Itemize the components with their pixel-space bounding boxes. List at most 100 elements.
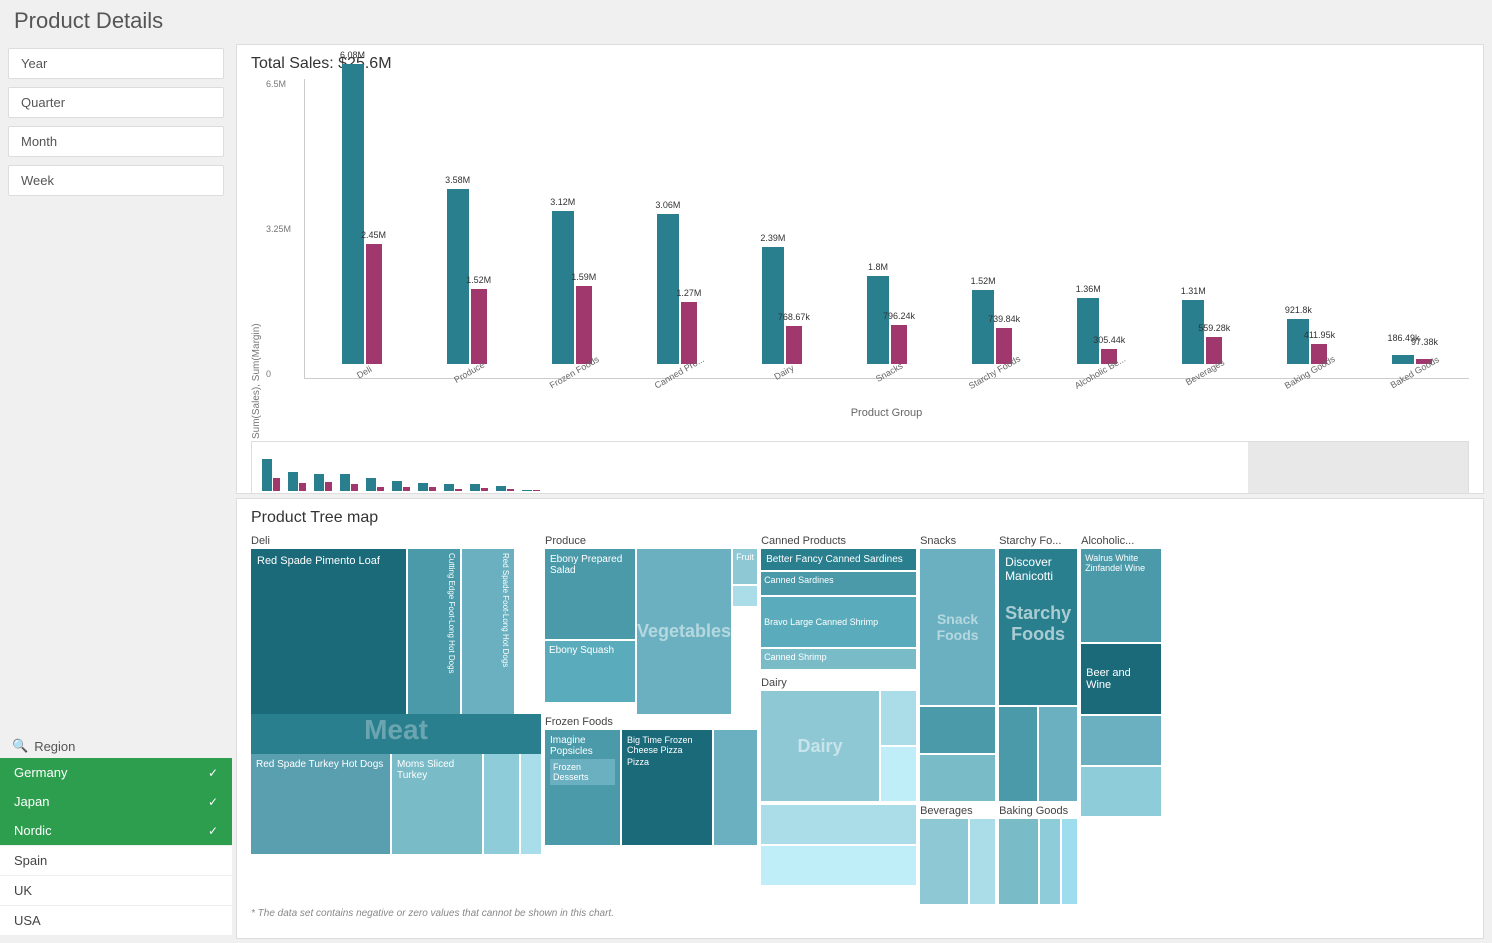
- deli-top: Red Spade Pimento Loaf Cutting Edge Foot…: [251, 549, 541, 714]
- treemap-section-title-canned: Canned Products: [761, 535, 916, 547]
- treemap-section-title-snacks: Snacks: [920, 535, 995, 547]
- dairy-bottom: [761, 805, 916, 885]
- starchy-b1: [999, 707, 1037, 801]
- alcoholic-top: Walrus White Zinfandel Wine Beer and Win…: [1081, 549, 1161, 714]
- x-axis-title: Product Group: [304, 407, 1469, 419]
- treemap-section-alcoholic: Alcoholic... Walrus White Zinfandel Wine…: [1081, 535, 1161, 904]
- beverage-main: [920, 819, 968, 904]
- mini-bar: [325, 482, 332, 491]
- produce-ebony-salad: Ebony Prepared Salad: [545, 549, 635, 639]
- region-item-uk[interactable]: UK: [0, 875, 232, 905]
- bar-group-dairy: 2.39M 768.67k Dairy: [735, 247, 828, 378]
- mini-bar: [403, 487, 410, 491]
- alcoholic-b1: [1081, 716, 1161, 765]
- dairy-b2: [761, 846, 916, 885]
- produce-vegetables: Vegetables: [637, 549, 731, 714]
- bar-label-deli-margin: 2.45M: [361, 230, 386, 240]
- mini-bar: [418, 483, 428, 491]
- filter-year[interactable]: Year: [8, 48, 224, 79]
- mini-bar-group: [392, 481, 410, 491]
- dairy-content: Dairy: [761, 691, 916, 801]
- mini-bar-group: [340, 474, 358, 491]
- region-item-usa[interactable]: USA: [0, 905, 232, 935]
- treemap-section-produce: Produce Ebony Prepared Salad Ebony Squas…: [545, 535, 757, 904]
- mini-bar: [429, 487, 436, 491]
- produce-top: Ebony Prepared Salad Ebony Squash Vegeta…: [545, 549, 757, 714]
- treemap-section-title-frozen: Frozen Foods: [545, 716, 757, 728]
- deli-red-spade2: Red Spade Foot-Long Hot Dogs: [462, 549, 514, 714]
- alcoholic-bottom: [1081, 716, 1161, 816]
- mini-bar-group: [444, 484, 462, 491]
- mini-bar: [366, 478, 376, 491]
- beverage-small: [970, 819, 995, 904]
- starchy-b2: [1039, 707, 1077, 801]
- region-item-spain[interactable]: Spain: [0, 845, 232, 875]
- deli-cutting-edge: Cutting Edge Foot-Long Hot Dogs: [408, 549, 460, 714]
- bar-group-canned: 3.06M 1.27M Canned Pro...: [630, 214, 723, 378]
- dairy-s1: [881, 691, 916, 745]
- frozen-content: Imagine Popsicles Frozen Desserts Big Ti…: [545, 730, 757, 845]
- baking-content: [999, 819, 1077, 904]
- canned-sardines: Canned Sardines: [761, 572, 916, 595]
- bar-group-deli: 6.08M 2.45M Deli: [315, 64, 408, 378]
- bar-group-alcoholic: 1.36M 305.44k Alcoholic Be...: [1051, 298, 1144, 378]
- mini-bar-group: [470, 484, 488, 491]
- bar-baking-sales: 921.8k: [1287, 319, 1309, 364]
- bar-snacks-margin: 796.24k: [891, 325, 907, 364]
- chart-title: Total Sales: $25.6M: [251, 55, 1469, 73]
- dairy-small: [881, 691, 916, 801]
- alcoholic-walrus: Walrus White Zinfandel Wine: [1081, 549, 1161, 642]
- bar-frozen-margin: 1.59M: [576, 286, 592, 364]
- y-tick-low: 0: [266, 369, 301, 379]
- y-tick-high: 6.5M: [266, 79, 301, 89]
- bar-label-deli-sales: 6.08M: [340, 50, 365, 60]
- deli-bottom: Red Spade Turkey Hot Dogs Moms Sliced Tu…: [251, 754, 541, 854]
- mini-bar-group: [314, 474, 332, 491]
- mini-bar-group: [496, 486, 514, 491]
- deli-turkey: Red Spade Turkey Hot Dogs: [251, 754, 390, 854]
- mini-chart[interactable]: [251, 441, 1469, 494]
- treemap-section-title-deli: Deli: [251, 535, 541, 547]
- alcoholic-b2: [1081, 767, 1161, 816]
- y-tick-mid: 3.25M: [266, 224, 301, 234]
- mini-scrollbar[interactable]: [1248, 442, 1468, 494]
- mini-bar-group: [522, 490, 540, 491]
- treemap-section-snacks: Snacks Snack Foods Beverages: [920, 535, 995, 904]
- bar-frozen-sales: 3.12M: [552, 211, 574, 364]
- baking-s2: [1062, 819, 1077, 904]
- region-item-germany[interactable]: Germany ✓: [0, 758, 232, 787]
- y-axis-label: Sum(Sales), Sum(Margin): [251, 79, 262, 439]
- bar-group-snacks: 1.8M 796.24k Snacks: [840, 276, 933, 378]
- filter-week[interactable]: Week: [8, 165, 224, 196]
- bar-deli-margin: 2.45M: [366, 244, 382, 364]
- bar-produce-margin: 1.52M: [471, 289, 487, 364]
- mini-bar: [314, 474, 324, 491]
- starchy-bottom: [999, 707, 1077, 801]
- canned-better-fancy: Better Fancy Canned Sardines: [761, 549, 916, 570]
- bar-dairy-margin: 768.67k: [786, 326, 802, 364]
- mini-bar: [507, 489, 514, 491]
- treemap-section-starchy: Starchy Fo... Discover Manicotti Starchy…: [999, 535, 1077, 904]
- treemap-panel: Product Tree map Deli Red Spade Pimento …: [236, 498, 1484, 939]
- snack-bottom: [920, 707, 995, 801]
- mini-bar: [299, 483, 306, 491]
- bar-group-baked: 186.49k 97.38k Baked Goods: [1366, 355, 1459, 378]
- bar-group-frozen: 3.12M 1.59M Frozen Foods: [525, 211, 618, 378]
- mini-bars: [252, 442, 1248, 494]
- bar-group-baking: 921.8k 411.95k Baking Goods: [1261, 319, 1354, 378]
- bar-baked-sales: 186.49k: [1392, 355, 1414, 364]
- mini-bar: [533, 490, 540, 491]
- filter-quarter[interactable]: Quarter: [8, 87, 224, 118]
- mini-bar-group: [262, 459, 280, 491]
- starchy-top: Discover Manicotti Starchy Foods: [999, 549, 1077, 705]
- mini-bar-group: [418, 483, 436, 491]
- region-item-japan[interactable]: Japan ✓: [0, 787, 232, 816]
- search-icon: 🔍: [12, 738, 28, 754]
- mini-bar: [340, 474, 350, 491]
- filter-month[interactable]: Month: [8, 126, 224, 157]
- region-item-nordic[interactable]: Nordic ✓: [0, 816, 232, 845]
- treemap-section-title-baking: Baking Goods: [999, 805, 1077, 817]
- region-list: Germany ✓ Japan ✓ Nordic ✓ Spain UK: [0, 758, 232, 935]
- mini-bar: [496, 486, 506, 491]
- bar-chart: 6.08M 2.45M Deli: [304, 79, 1469, 379]
